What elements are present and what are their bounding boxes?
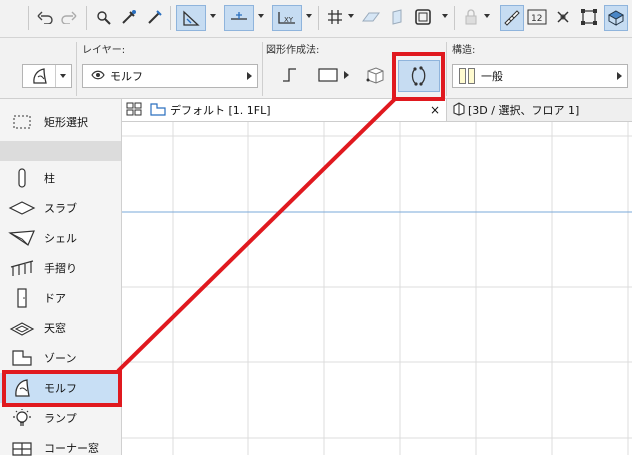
morph-icon: [23, 67, 55, 85]
view-tab-bar: デフォルト [1. 1FL] × [3D / 選択、フロア 1]: [122, 99, 632, 122]
magic-wand-icon[interactable]: [92, 5, 114, 29]
lock-icon[interactable]: [460, 5, 482, 29]
slab-icon: [0, 200, 44, 216]
syringe-icon[interactable]: [144, 5, 166, 29]
sidebar-item-slab[interactable]: スラブ: [0, 193, 121, 223]
sidebar-item-label: ドア: [44, 292, 66, 305]
canvas-grid: [122, 122, 632, 455]
sidebar-item-label: 手摺り: [44, 262, 77, 275]
3d-view-icon: [452, 101, 466, 119]
floor-plan-icon: [150, 102, 166, 119]
corner-window-icon: [0, 439, 44, 457]
sidebar-item-label: スラブ: [44, 202, 77, 215]
sidebar-item-lamp[interactable]: ランプ: [0, 403, 121, 433]
tab-list-icon[interactable]: [126, 102, 142, 119]
1-2-icon[interactable]: 12: [526, 5, 548, 29]
zone-icon: [0, 349, 44, 367]
info-box: レイヤー: モルフ 図形作成法: 構造: 一般: [0, 38, 632, 99]
geometry-caption: 図形作成法:: [266, 45, 320, 56]
geometry-step-icon[interactable]: [280, 66, 298, 87]
door-icon: [0, 288, 44, 308]
close-icon[interactable]: ×: [430, 103, 440, 117]
tab-floor-plan-label: デフォルト [1. 1FL]: [170, 104, 271, 117]
redo-icon[interactable]: [58, 5, 80, 29]
sidebar-item-corner-window[interactable]: コーナー窓: [0, 433, 121, 463]
sidebar-item-shell[interactable]: シェル: [0, 223, 121, 253]
sidebar-item-label: 天窓: [44, 322, 66, 335]
sidebar-section-header[interactable]: [0, 141, 121, 161]
structure-dropdown[interactable]: 一般: [452, 64, 628, 88]
marquee-icon: [0, 114, 44, 130]
chevron-down-icon: [56, 74, 70, 78]
layer-caption: レイヤー:: [82, 45, 126, 56]
eyedropper-icon[interactable]: [118, 5, 140, 29]
tab-3d-view-label: [3D / 選択、フロア 1]: [468, 104, 580, 117]
3d-box-icon[interactable]: [604, 5, 628, 31]
railing-icon: [0, 259, 44, 277]
geometry-rectangle-icon[interactable]: [318, 68, 338, 85]
snap-icon[interactable]: [224, 5, 254, 31]
grid-snap-icon[interactable]: [324, 5, 346, 29]
tab-3d-view[interactable]: [3D / 選択、フロア 1]: [448, 99, 632, 121]
annotation-box-freeform: [392, 52, 445, 101]
sidebar-item-label: 柱: [44, 172, 55, 185]
sidebar-item-marquee[interactable]: 矩形選択: [0, 107, 121, 137]
column-icon: [0, 168, 44, 188]
undo-icon[interactable]: [34, 5, 56, 29]
lamp-icon: [0, 408, 44, 428]
tab-floor-plan[interactable]: デフォルト [1. 1FL] ×: [122, 99, 447, 121]
ruler-scale-icon[interactable]: [500, 5, 524, 31]
skylight-icon: [0, 319, 44, 337]
outline-icon[interactable]: [412, 5, 434, 29]
annotation-box-morph: [2, 370, 122, 407]
tool-settings-button[interactable]: [22, 64, 72, 88]
sidebar-item-skylight[interactable]: 天窓: [0, 313, 121, 343]
structure-value: 一般: [481, 70, 503, 83]
plane-icon[interactable]: [360, 5, 382, 29]
sidebar-item-label: ゾーン: [44, 352, 77, 365]
svg-text:XY: XY: [284, 16, 294, 24]
chevron-right-icon: [617, 72, 622, 80]
eye-icon: [91, 70, 105, 83]
structure-caption: 構造:: [452, 45, 476, 56]
geometry-more-icon[interactable]: [344, 71, 349, 79]
geometry-box-icon[interactable]: [364, 65, 386, 88]
main-toolbar: XY 12: [0, 0, 632, 38]
sidebar-item-label: シェル: [44, 232, 77, 245]
sidebar-item-label: ランプ: [44, 412, 77, 425]
floor-plan-canvas[interactable]: [122, 122, 632, 455]
sidebar-item-zone[interactable]: ゾーン: [0, 343, 121, 373]
guide-lines-icon[interactable]: [176, 5, 206, 31]
chevron-right-icon: [247, 72, 252, 80]
sidebar-item-column[interactable]: 柱: [0, 163, 121, 193]
sidebar-item-door[interactable]: ドア: [0, 283, 121, 313]
sidebar-item-railing[interactable]: 手摺り: [0, 253, 121, 283]
sidebar-item-label: 矩形選択: [44, 116, 88, 129]
cross-icon[interactable]: [552, 5, 574, 29]
layer-dropdown[interactable]: モルフ: [82, 64, 258, 88]
selection-icon[interactable]: [578, 5, 600, 29]
sidebar-item-label: コーナー窓: [44, 442, 99, 455]
structure-icon: [459, 68, 475, 84]
xy-icon[interactable]: XY: [272, 5, 302, 31]
slab-plane-icon[interactable]: [386, 5, 408, 29]
shell-icon: [0, 229, 44, 247]
svg-text:12: 12: [531, 14, 542, 24]
layer-value: モルフ: [110, 70, 143, 83]
